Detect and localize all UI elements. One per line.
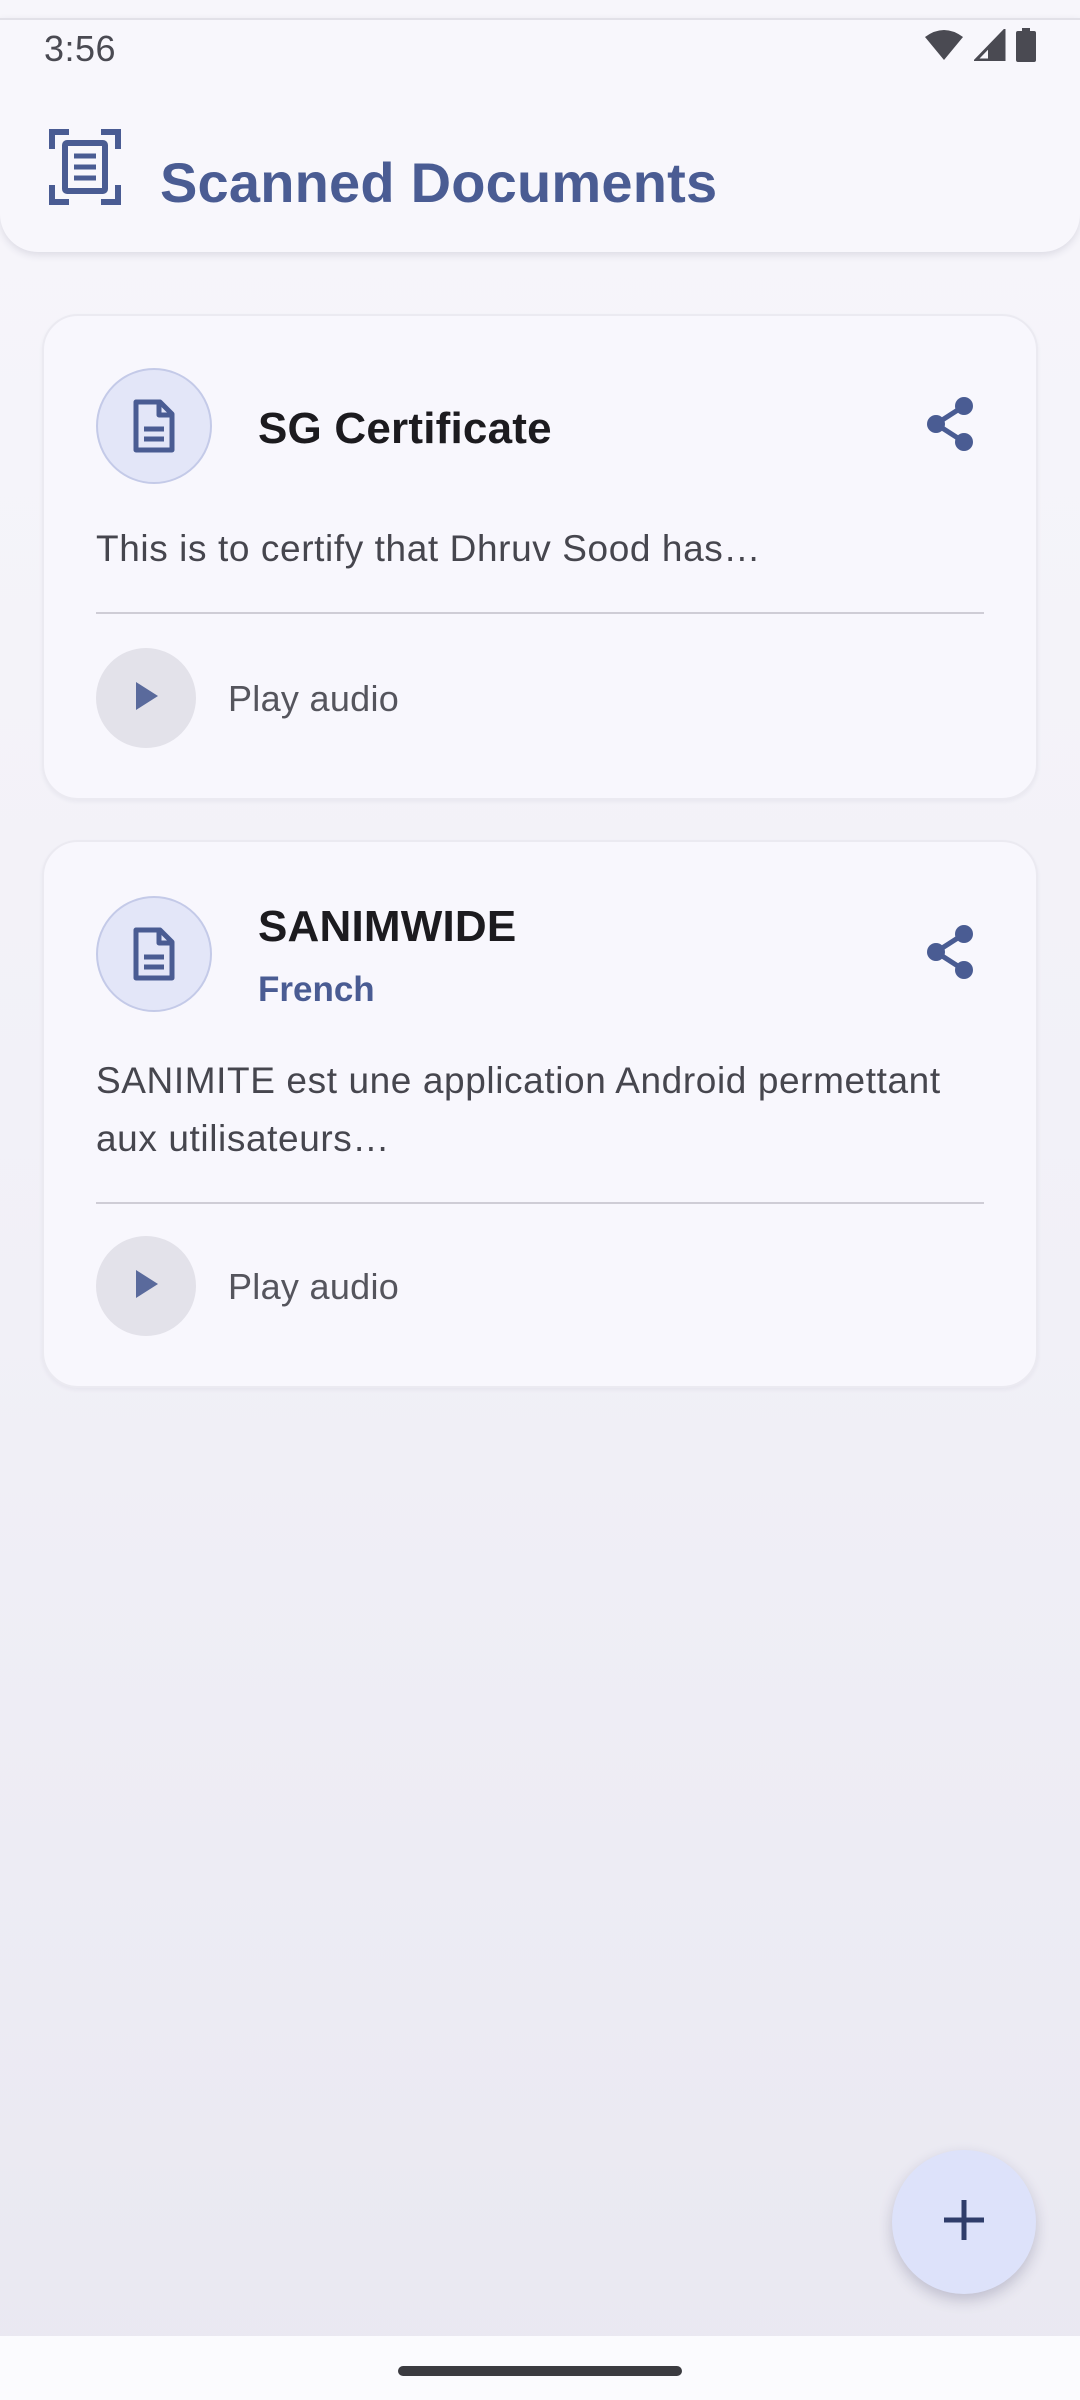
document-title: SG Certificate [258,404,552,453]
home-gesture-handle[interactable] [398,2366,682,2376]
status-time: 3:56 [44,28,117,69]
document-scanner-icon [48,128,122,206]
plus-icon [940,2196,988,2249]
page-title: Scanned Documents [160,151,718,214]
document-card[interactable]: SG Certificate This is to certify that D… [42,314,1038,800]
wifi-icon [924,29,964,61]
document-language: French [258,970,375,1009]
divider [96,612,984,614]
share-button[interactable] [918,922,982,986]
add-document-button[interactable] [892,2150,1036,2294]
document-title: SANIMWIDE [258,902,517,951]
cellular-signal-icon [974,29,1006,61]
share-button[interactable] [918,394,982,458]
document-icon [96,896,212,1012]
play-icon [132,680,160,717]
play-icon [132,1268,160,1305]
divider [96,1202,984,1204]
app-header: 3:56 Scanned Documents [0,18,1080,252]
play-audio-label[interactable]: Play audio [228,1266,399,1308]
play-audio-button[interactable] [96,648,196,748]
document-card[interactable]: SANIMWIDE French SANIMITE est une applic… [42,840,1038,1388]
status-icons [924,28,1036,62]
play-audio-button[interactable] [96,1236,196,1336]
document-excerpt: SANIMITE est une application Android per… [96,1060,941,1159]
document-excerpt: This is to certify that Dhruv Sood has… [96,528,761,569]
document-icon [96,368,212,484]
share-icon [924,396,976,457]
navigation-bar [0,2336,1080,2400]
play-audio-label[interactable]: Play audio [228,678,399,720]
share-icon [924,924,976,985]
battery-icon [1016,28,1036,62]
